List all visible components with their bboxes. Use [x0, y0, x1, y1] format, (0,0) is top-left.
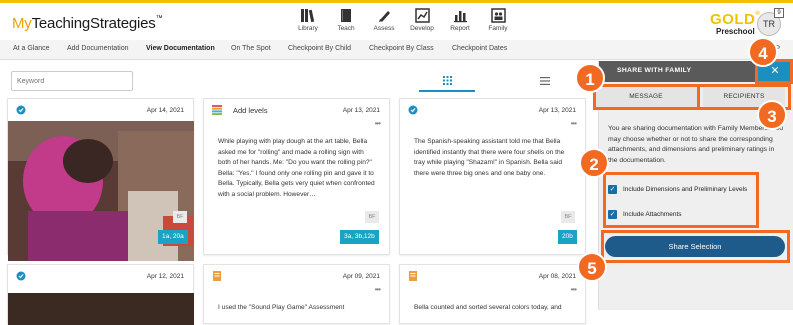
documentation-card[interactable]: Add levels Apr 13, 2021 ••• While playin… — [203, 98, 390, 255]
logo-my: My — [12, 15, 32, 32]
card-title: Add levels — [233, 106, 268, 115]
documentation-card[interactable]: Apr 12, 2021 — [7, 264, 194, 325]
nav-family-label: Family — [488, 25, 508, 32]
documentation-card[interactable]: Apr 13, 2021 ••• The Spanish-speaking as… — [399, 98, 586, 255]
product-level: Preschool — [716, 27, 755, 36]
card-date: Apr 14, 2021 — [146, 107, 184, 114]
keyword-search-input[interactable] — [11, 71, 133, 91]
standards-tag[interactable]: 20b — [558, 230, 577, 244]
card-text: The Spanish-speaking assistant told me t… — [414, 138, 565, 177]
standards-tag[interactable]: 3a, 3b,12b — [340, 230, 379, 244]
nav-teach-label: Teach — [337, 25, 355, 32]
subnav-on-the-spot[interactable]: On The Spot — [231, 45, 271, 52]
callout-box-message-tab — [593, 84, 700, 110]
subnav-checkpoint-dates[interactable]: Checkpoint Dates — [452, 45, 507, 52]
panel-title: SHARE WITH FAMILY — [617, 67, 692, 74]
nav-report-label: Report — [450, 25, 470, 32]
nav-library-label: Library — [298, 25, 318, 32]
callout-box-share-button — [601, 230, 790, 263]
subnav-at-a-glance[interactable]: At a Glance — [13, 45, 50, 52]
nav-library[interactable]: Library — [290, 8, 326, 32]
subnav-add-documentation[interactable]: Add Documentation — [67, 45, 128, 52]
card-menu-icon[interactable]: ••• — [571, 285, 577, 294]
child-initials: BF — [173, 211, 187, 223]
card-menu-icon[interactable]: ••• — [571, 119, 577, 128]
pencil-icon — [378, 11, 390, 22]
library-icon — [301, 9, 315, 23]
product-name-text: GOLD — [710, 11, 756, 28]
book-icon — [341, 9, 351, 22]
subnav-checkpoint-by-class[interactable]: Checkpoint By Class — [369, 45, 434, 52]
card-date: Apr 12, 2021 — [146, 273, 184, 280]
nav-develop[interactable]: Develop — [404, 8, 440, 32]
share-description: You are sharing documentation with Famil… — [608, 125, 784, 164]
documentation-type-icon — [409, 271, 417, 281]
logo-name: TeachingStrategies — [31, 15, 156, 32]
callout-badge-1: 1 — [575, 63, 605, 93]
nav-teach[interactable]: Teach — [328, 8, 364, 32]
main-nav: Library Teach Assess Develop Report Fami… — [290, 8, 518, 32]
card-menu-icon[interactable]: ••• — [375, 119, 381, 128]
chart-icon — [414, 8, 430, 23]
product-name: GOLD® — [710, 11, 760, 28]
nav-assess[interactable]: Assess — [366, 8, 402, 32]
documentation-type-icon — [16, 271, 26, 281]
card-date: Apr 09, 2021 — [342, 273, 380, 280]
documentation-type-icon — [213, 271, 221, 281]
callout-box-options — [603, 172, 759, 228]
subnav-checkpoint-by-child[interactable]: Checkpoint By Child — [288, 45, 351, 52]
nav-develop-label: Develop — [410, 25, 434, 32]
card-photo[interactable] — [8, 293, 194, 325]
nav-assess-label: Assess — [373, 25, 395, 32]
bar-chart-icon — [453, 11, 467, 23]
standards-tag[interactable]: 1a, 20a — [158, 230, 188, 244]
logo-tm: ™ — [155, 15, 163, 22]
callout-badge-5: 5 — [577, 252, 607, 282]
documentation-type-icon — [16, 105, 26, 115]
list-view-icon — [540, 77, 550, 85]
documentation-type-icon — [408, 105, 418, 115]
documentation-card[interactable]: Apr 08, 2021 ••• Bella counted and sorte… — [399, 264, 586, 324]
callout-badge-4: 4 — [748, 37, 778, 67]
child-initials: BF — [561, 211, 575, 223]
callout-badge-2: 2 — [579, 148, 609, 178]
teaching-strategies-logo[interactable]: MyTeachingStrategies™ — [12, 15, 163, 32]
documentation-card[interactable]: Apr 09, 2021 ••• I used the "Sound Play … — [203, 264, 390, 324]
callout-badge-3: 3 — [757, 100, 787, 130]
card-text: While playing with play dough at the art… — [218, 138, 375, 198]
child-initials: BF — [365, 211, 379, 223]
nav-report[interactable]: Report — [442, 8, 478, 32]
grid-view-toggle[interactable] — [419, 70, 475, 92]
notification-badge[interactable]: 9 — [774, 8, 784, 18]
documentation-card[interactable]: Apr 14, 2021 BF 1a, 20a — [7, 98, 194, 261]
grid-view-icon — [442, 76, 452, 85]
card-text: I used the "Sound Play Game" Assessment — [218, 304, 345, 311]
card-date: Apr 13, 2021 — [538, 107, 576, 114]
card-date: Apr 08, 2021 — [538, 273, 576, 280]
nav-family[interactable]: Family — [480, 8, 516, 32]
list-view-toggle[interactable] — [517, 70, 573, 92]
card-date: Apr 13, 2021 — [342, 107, 380, 114]
subnav-view-documentation[interactable]: View Documentation — [146, 45, 215, 52]
top-bar: MyTeachingStrategies™ Library Teach Asse… — [0, 0, 793, 40]
levels-icon — [212, 105, 222, 115]
sub-nav: At a Glance Add Documentation View Docum… — [0, 40, 793, 60]
family-icon — [490, 8, 506, 23]
card-menu-icon[interactable]: ••• — [375, 285, 381, 294]
card-text: Bella counted and sorted several colors … — [414, 304, 562, 311]
